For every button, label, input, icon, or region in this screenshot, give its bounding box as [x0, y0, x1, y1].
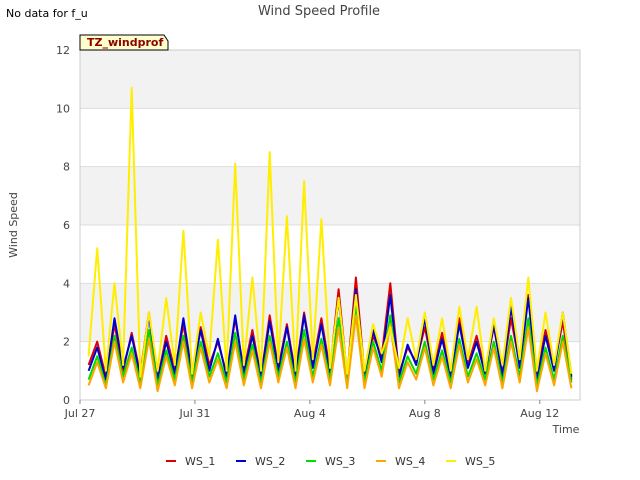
y-axis: 0 2 4 6 8 10 12 — [56, 44, 70, 407]
y-tick-label: 2 — [63, 336, 70, 349]
plot-band — [80, 50, 580, 109]
plot-band — [80, 108, 580, 167]
legend-label: WS_1 — [185, 455, 215, 468]
x-tick-label: Jul 31 — [179, 407, 211, 420]
chart-title: Wind Speed Profile — [258, 4, 380, 19]
tz-annotation: TZ_windprof — [79, 34, 169, 51]
legend: WS_1 WS_2 WS_3 WS_4 WS_5 — [166, 455, 495, 468]
legend-label: WS_5 — [465, 455, 495, 468]
legend-label: WS_3 — [325, 455, 355, 468]
x-axis-label: Time — [552, 423, 580, 436]
y-tick-label: 6 — [63, 219, 70, 232]
x-tick-label: Aug 12 — [520, 407, 559, 420]
y-tick-label: 10 — [56, 102, 70, 115]
y-tick-label: 4 — [63, 277, 70, 290]
plot-band — [80, 166, 580, 225]
y-axis-label: Wind Speed — [7, 192, 20, 258]
tz-annotation-label: TZ_windprof — [87, 36, 163, 49]
plot-band — [80, 283, 580, 342]
legend-label: WS_4 — [395, 455, 425, 468]
plot-band — [80, 225, 580, 284]
legend-label: WS_2 — [255, 455, 285, 468]
y-tick-label: 8 — [63, 161, 70, 174]
x-tick-label: Aug 8 — [409, 407, 441, 420]
y-tick-label: 0 — [63, 394, 70, 407]
y-tick-label: 12 — [56, 44, 70, 57]
x-tick-label: Jul 27 — [64, 407, 96, 420]
x-tick-label: Aug 4 — [294, 407, 326, 420]
x-axis: Jul 27 Jul 31 Aug 4 Aug 8 Aug 12 — [64, 400, 559, 420]
wind-speed-chart: 0 2 4 6 8 10 12 Jul 27 Jul 31 Aug 4 Aug 8 Aug 12 W… — [7, 4, 581, 468]
